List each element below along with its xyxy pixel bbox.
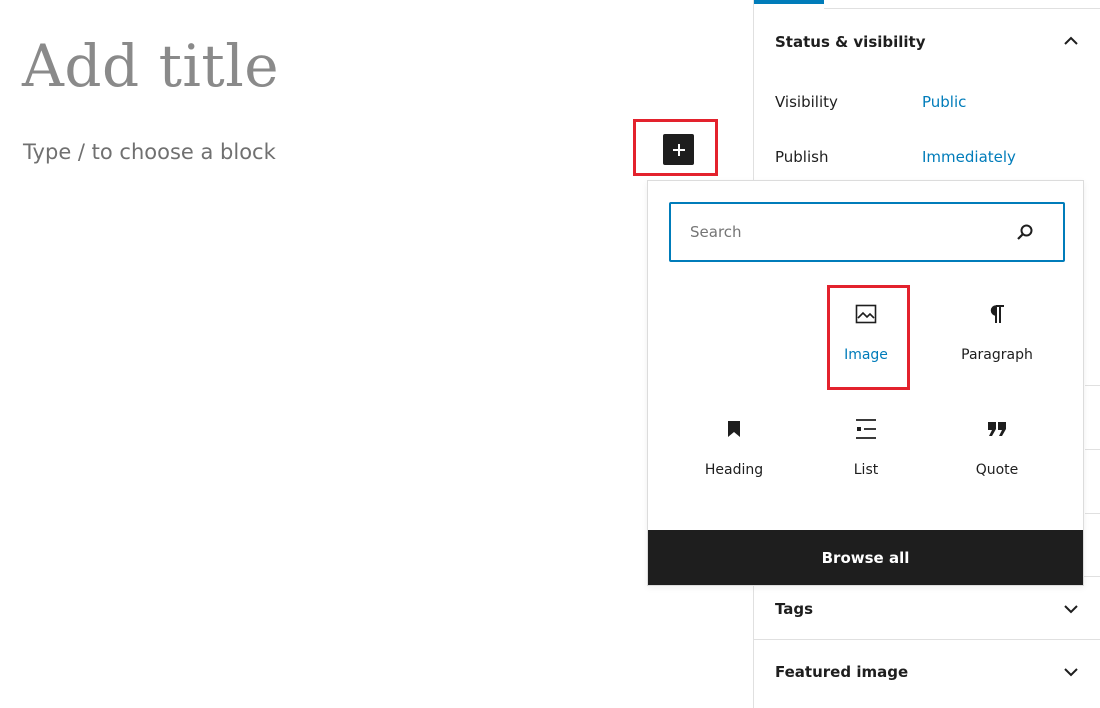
post-title-input[interactable]: Add title: [22, 28, 279, 104]
publish-date-toggle[interactable]: Immediately: [922, 148, 1016, 166]
paragraph-icon: [984, 301, 1010, 327]
block-item-label: Quote: [975, 462, 1019, 478]
block-inserter-popover: Image Paragraph Heading List: [647, 180, 1084, 586]
block-item-label: Paragraph: [961, 347, 1033, 363]
panel-divider: [1085, 449, 1100, 450]
bookmark-icon: [721, 416, 747, 442]
sidebar-tab-divider: [824, 8, 1100, 9]
block-item-label: Heading: [704, 462, 764, 478]
list-icon: [853, 416, 879, 442]
block-item-label: List: [853, 462, 879, 478]
plus-icon: [672, 143, 685, 156]
block-item-list[interactable]: List: [806, 398, 926, 488]
featured-image-panel-title[interactable]: Featured image: [775, 663, 908, 681]
panel-divider: [1085, 513, 1100, 514]
visibility-label: Visibility: [775, 93, 838, 111]
block-search-field: [669, 202, 1065, 262]
chevron-up-icon[interactable]: [1063, 33, 1079, 49]
block-item-quote[interactable]: Quote: [937, 398, 1057, 488]
block-appender[interactable]: Type / to choose a block: [23, 140, 276, 164]
chevron-down-icon[interactable]: [1063, 601, 1079, 617]
tags-panel-title[interactable]: Tags: [775, 600, 813, 618]
search-icon[interactable]: [1015, 222, 1035, 242]
block-item-paragraph[interactable]: Paragraph: [937, 283, 1057, 373]
browse-all-button[interactable]: Browse all: [648, 530, 1083, 585]
block-search-input[interactable]: [671, 204, 1011, 260]
visibility-toggle[interactable]: Public: [922, 93, 966, 111]
panel-divider: [754, 639, 1100, 640]
chevron-down-icon[interactable]: [1063, 664, 1079, 680]
editor-canvas: Add title Type / to choose a block: [0, 0, 753, 708]
publish-label: Publish: [775, 148, 829, 166]
add-block-button[interactable]: [663, 134, 694, 165]
status-visibility-panel-title[interactable]: Status & visibility: [775, 33, 926, 51]
image-block-highlight: [827, 285, 910, 390]
block-item-heading[interactable]: Heading: [674, 398, 794, 488]
panel-divider: [1085, 385, 1100, 386]
sidebar-active-tab-indicator: [754, 0, 824, 4]
quote-icon: [984, 416, 1010, 442]
